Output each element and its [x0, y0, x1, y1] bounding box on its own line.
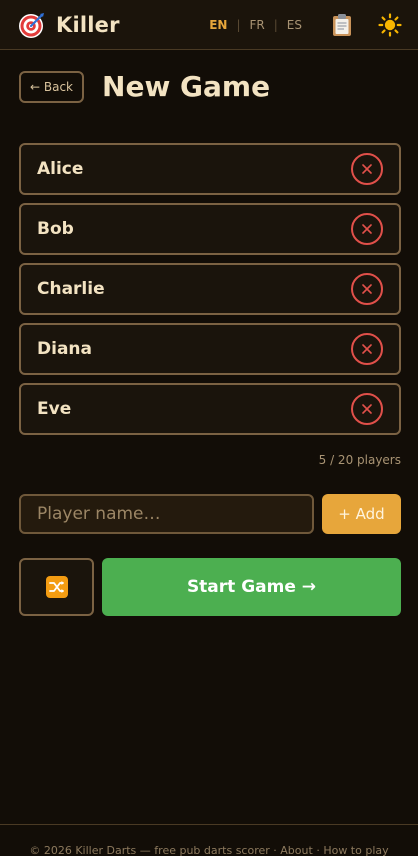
- target-icon: [19, 12, 44, 38]
- close-icon: [362, 404, 372, 414]
- top-bar: Killer EN | FR | ES: [0, 0, 418, 50]
- theme-toggle[interactable]: [376, 11, 404, 39]
- player-row: Alice: [19, 143, 401, 195]
- footer-link-how-to-play[interactable]: How to play: [323, 844, 388, 856]
- remove-player-button[interactable]: [351, 333, 383, 365]
- player-name-input[interactable]: [19, 494, 314, 534]
- remove-player-button[interactable]: [351, 393, 383, 425]
- shuffle-icon: [45, 576, 68, 598]
- game-actions: Start Game →: [19, 558, 401, 616]
- footer: © 2026 Killer Darts — free pub darts sco…: [0, 824, 418, 856]
- app-title: Killer: [56, 12, 120, 37]
- player-name: Alice: [37, 159, 84, 179]
- lang-fr[interactable]: FR: [248, 16, 267, 34]
- start-game-button[interactable]: Start Game →: [102, 558, 401, 616]
- player-row: Diana: [19, 323, 401, 375]
- remove-player-button[interactable]: [351, 153, 383, 185]
- back-button[interactable]: ← Back: [19, 70, 85, 103]
- sun-icon: [378, 12, 402, 37]
- close-icon: [362, 164, 372, 174]
- player-name: Charlie: [37, 279, 105, 299]
- close-icon: [362, 344, 372, 354]
- close-icon: [362, 224, 372, 234]
- footer-separator: ·: [316, 844, 320, 856]
- player-list: Alice Bob Charlie Diana Eve: [19, 143, 401, 443]
- clipboard-icon: [333, 13, 351, 36]
- close-icon: [362, 284, 372, 294]
- shuffle-button[interactable]: [19, 558, 94, 616]
- language-switcher: EN | FR | ES: [207, 16, 304, 34]
- player-count: 5 / 20 players: [318, 453, 401, 467]
- page-title: New Game: [102, 70, 271, 103]
- history-button[interactable]: [328, 11, 356, 39]
- remove-player-button[interactable]: [351, 213, 383, 245]
- player-name: Diana: [37, 339, 92, 359]
- player-row: Bob: [19, 203, 401, 255]
- lang-separator: |: [273, 17, 278, 32]
- player-name: Eve: [37, 399, 72, 419]
- footer-separator: ·: [273, 844, 277, 856]
- player-name: Bob: [37, 219, 74, 239]
- add-player-row: + Add: [19, 494, 401, 534]
- player-row: Eve: [19, 383, 401, 435]
- player-row: Charlie: [19, 263, 401, 315]
- add-player-button[interactable]: + Add: [322, 494, 401, 534]
- footer-text: © 2026 Killer Darts — free pub darts sco…: [29, 844, 270, 856]
- app-logo[interactable]: Killer: [18, 11, 120, 39]
- lang-separator: |: [236, 17, 241, 32]
- lang-en[interactable]: EN: [207, 16, 229, 34]
- footer-link-about[interactable]: About: [280, 844, 313, 856]
- lang-es[interactable]: ES: [285, 16, 304, 34]
- page-header: ← Back New Game: [19, 70, 270, 103]
- remove-player-button[interactable]: [351, 273, 383, 305]
